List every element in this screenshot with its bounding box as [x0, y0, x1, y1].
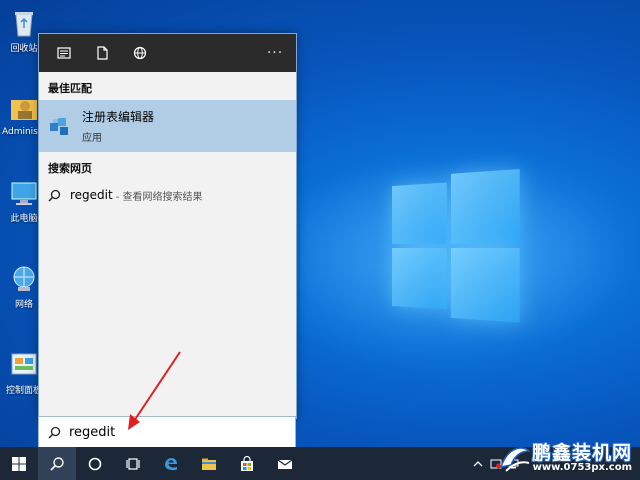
watermark-title: 鹏鑫装机网: [531, 442, 632, 464]
computer-icon: [9, 178, 39, 208]
windows-logo-wallpaper: [392, 168, 523, 328]
web-result-description: - 查看网络搜索结果: [115, 191, 203, 203]
chevron-up-icon[interactable]: [472, 458, 484, 470]
web-result-term: regedit: [70, 188, 113, 202]
file-explorer-icon: [202, 458, 216, 470]
edge-button[interactable]: [152, 447, 190, 480]
best-match-result[interactable]: 注册表编辑器 应用: [39, 100, 296, 152]
web-button[interactable]: [121, 34, 159, 72]
mail-button[interactable]: [266, 447, 304, 480]
site-watermark: 鹏鑫装机网 www.0753px.com: [498, 438, 638, 478]
watermark-logo-icon: [499, 447, 532, 472]
task-view-button[interactable]: [114, 447, 152, 480]
start-button[interactable]: [0, 447, 38, 480]
cortana-icon: [88, 457, 102, 470]
network-icon: [9, 264, 39, 294]
watermark-url: www.0753px.com: [532, 462, 632, 473]
annotation-arrow: [128, 351, 181, 430]
start-icon: [12, 456, 26, 471]
registry-editor-icon: [50, 118, 68, 135]
more-options-button[interactable]: ···: [260, 45, 290, 61]
cortana-button[interactable]: [76, 447, 114, 480]
documents-button[interactable]: [83, 34, 121, 72]
store-button[interactable]: [228, 447, 266, 480]
search-icon: [48, 426, 61, 439]
web-result[interactable]: regedit - 查看网络搜索结果: [39, 180, 296, 210]
user-folder-icon: [9, 94, 39, 124]
best-match-type: 应用: [82, 133, 102, 144]
task-view-icon: [126, 457, 140, 470]
best-match-heading: 最佳匹配: [48, 82, 92, 95]
search-web-heading: 搜索网页: [48, 162, 92, 175]
all-apps-button[interactable]: [45, 34, 83, 72]
search-icon: [50, 456, 64, 471]
web-icon: [133, 46, 147, 60]
recycle-bin-icon: [9, 8, 39, 38]
all-apps-icon: [57, 47, 71, 59]
taskbar-search-button[interactable]: [38, 447, 76, 480]
edge-icon: [165, 457, 177, 470]
control-panel-icon: [9, 350, 39, 380]
file-explorer-button[interactable]: [190, 447, 228, 480]
search-icon: [48, 189, 61, 202]
documents-icon: [97, 46, 108, 60]
best-match-name: 注册表编辑器: [82, 110, 155, 124]
search-panel-toolbar: ···: [39, 34, 296, 72]
mail-icon: [277, 459, 293, 469]
store-icon: [241, 455, 253, 471]
